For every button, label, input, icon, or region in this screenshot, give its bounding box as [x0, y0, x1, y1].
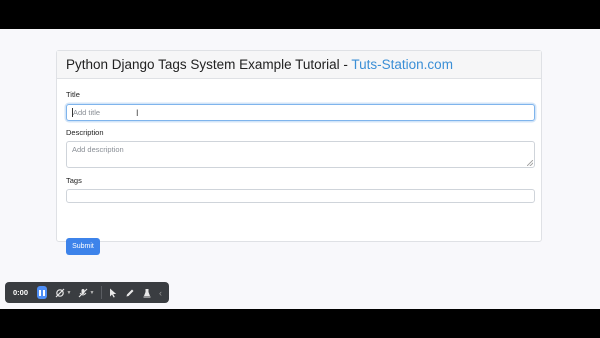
webcam-toggle[interactable]: ▼: [55, 288, 71, 298]
card-title-brand: Tuts-Station.com: [351, 57, 453, 72]
card-title: Python Django Tags System Example Tutori…: [66, 57, 352, 72]
browser-viewport: Python Django Tags System Example Tutori…: [0, 29, 600, 309]
pointer-tool[interactable]: [109, 288, 118, 298]
webcam-off-icon: [56, 288, 65, 297]
pen-icon: [126, 289, 134, 296]
ibeam-cursor-icon: I: [136, 108, 139, 118]
mic-off-icon: [79, 288, 88, 297]
tags-input[interactable]: [66, 189, 535, 203]
description-textarea[interactable]: Add description: [66, 141, 535, 168]
chevron-down-icon: ▼: [89, 289, 95, 296]
pause-icon: [39, 289, 42, 296]
highlighter-tool[interactable]: [142, 288, 152, 298]
toolbar-divider: [101, 286, 102, 299]
form-card: Python Django Tags System Example Tutori…: [56, 50, 542, 255]
title-input[interactable]: Add title I: [66, 104, 535, 121]
recording-time: 0:00: [13, 288, 29, 297]
resize-handle-icon[interactable]: [527, 160, 533, 166]
tags-label: Tags: [66, 176, 82, 185]
submit-button[interactable]: Submit: [66, 238, 100, 255]
collapse-icon: ‹: [159, 287, 162, 298]
description-label: Description: [66, 128, 104, 137]
recorder-toolbar: 0:00 ▼ ▼ ‹: [5, 282, 169, 303]
pointer-icon: [110, 288, 117, 297]
highlighter-icon: [143, 288, 151, 297]
chevron-down-icon: ▼: [66, 289, 72, 296]
title-label: Title: [66, 90, 80, 99]
title-placeholder: Add title: [73, 108, 101, 117]
description-placeholder: Add description: [72, 145, 124, 154]
pause-button[interactable]: [37, 286, 48, 299]
pen-tool[interactable]: [125, 288, 135, 298]
card-header: Python Django Tags System Example Tutori…: [57, 51, 541, 79]
mic-toggle[interactable]: ▼: [78, 288, 94, 298]
collapse-toolbar-button[interactable]: ‹: [159, 288, 162, 298]
